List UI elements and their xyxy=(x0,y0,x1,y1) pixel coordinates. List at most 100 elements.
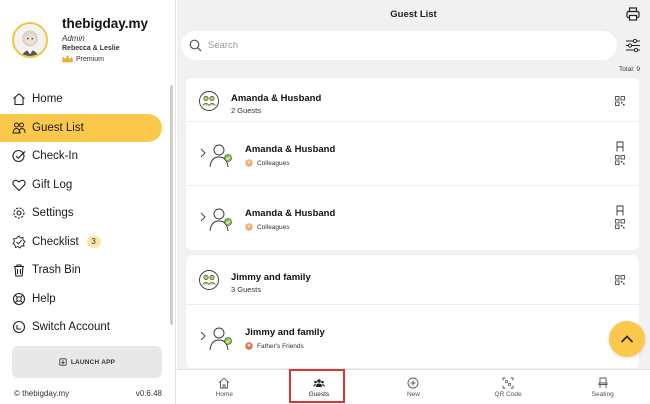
sidebar-item-check-in[interactable]: Check-In xyxy=(0,142,176,171)
sidebar-item-label: Switch Account xyxy=(32,321,110,334)
filter-icon[interactable] xyxy=(625,38,641,53)
qr-code-icon[interactable] xyxy=(615,275,625,285)
sidebar-item-label: Help xyxy=(32,292,56,305)
sidebar-item-checklist[interactable]: Checklist 3 xyxy=(0,228,176,257)
sidebar-item-trash-bin[interactable]: Trash Bin xyxy=(0,256,176,285)
sidebar: thebigday.my Admin Rebecca & Leslie Prem… xyxy=(0,0,176,404)
print-icon[interactable] xyxy=(626,7,640,21)
guest-group: Jimmy and family 3 Guests Jimmy and fami… xyxy=(186,255,639,368)
tab-seating[interactable]: Seating xyxy=(555,370,650,404)
sidebar-item-switch-account[interactable]: Switch Account xyxy=(0,313,176,342)
qr-code-icon[interactable] xyxy=(615,155,625,165)
sidebar-item-label: Checklist xyxy=(32,235,79,248)
group-icon xyxy=(199,270,219,290)
chair-icon[interactable] xyxy=(615,205,625,216)
sidebar-scrollbar[interactable] xyxy=(170,85,173,325)
tab-label: QR Code xyxy=(494,390,522,398)
launch-icon xyxy=(59,358,67,366)
sidebar-item-label: Gift Log xyxy=(32,178,73,191)
guest-row[interactable]: Amanda & Husband Colleagues xyxy=(186,186,639,250)
qr-code-icon[interactable] xyxy=(615,219,625,229)
sidebar-item-label: Guest List xyxy=(32,121,84,134)
couple-names: Rebecca & Leslie xyxy=(62,45,120,52)
main-panel: Guest List Total: 9 Amanda & Husband 2 G… xyxy=(177,0,650,404)
guests-icon xyxy=(12,122,26,134)
guest-category-tag: Colleagues xyxy=(245,223,290,231)
launch-app-label: LAUNCH APP xyxy=(70,358,116,366)
profile-card: thebigday.my Admin Rebecca & Leslie Prem… xyxy=(12,14,172,70)
total-count: Total: 9 xyxy=(619,66,640,73)
check-in-icon xyxy=(12,150,26,163)
crown-icon xyxy=(62,55,73,63)
avatar-couple-icon xyxy=(21,30,39,56)
guest-list: Amanda & Husband 2 Guests Amanda & Husba… xyxy=(186,78,639,368)
guest-row[interactable]: Jimmy and family Father's Friends xyxy=(186,305,639,368)
checklist-count-badge: 3 xyxy=(86,235,101,248)
chevron-right-icon[interactable] xyxy=(200,148,206,158)
guest-category-tag: Colleagues xyxy=(245,159,290,167)
guest-category-label: Father's Friends xyxy=(257,342,304,350)
sidebar-item-guest-list[interactable]: Guest List xyxy=(0,113,162,142)
guest-person-icon xyxy=(209,144,232,168)
version-text: v0.6.48 xyxy=(135,389,162,398)
guest-name: Amanda & Husband xyxy=(245,208,336,219)
search-input[interactable] xyxy=(208,40,588,51)
guest-group: Amanda & Husband 2 Guests Amanda & Husba… xyxy=(186,78,639,250)
group-name: Amanda & Husband xyxy=(231,93,322,104)
chair-icon xyxy=(598,377,608,388)
home-icon xyxy=(13,93,25,106)
copyright-text: © thebigday.my xyxy=(14,389,70,398)
chevron-right-icon[interactable] xyxy=(200,212,206,222)
checklist-icon xyxy=(12,235,26,249)
search-icon xyxy=(189,39,202,52)
guest-person-icon xyxy=(209,327,232,351)
search-bar[interactable] xyxy=(181,31,617,60)
premium-label: Premium xyxy=(76,55,105,63)
chair-icon[interactable] xyxy=(615,141,625,152)
switch-icon xyxy=(12,321,26,334)
guests-icon xyxy=(313,378,325,387)
sidebar-footer: © thebigday.my v0.6.48 xyxy=(14,389,162,398)
category-avatar-icon xyxy=(245,342,253,350)
chevron-right-icon[interactable] xyxy=(200,331,206,341)
guest-category-label: Colleagues xyxy=(257,159,290,167)
tab-label: New xyxy=(406,390,420,398)
sidebar-item-home[interactable]: Home xyxy=(0,85,176,114)
category-avatar-icon xyxy=(245,223,253,231)
help-icon xyxy=(12,292,26,305)
page-title: Guest List xyxy=(390,9,437,20)
group-guest-count: 2 Guests xyxy=(231,106,262,115)
sidebar-item-settings[interactable]: Settings xyxy=(0,199,176,228)
sidebar-item-label: Home xyxy=(32,93,63,106)
bottom-nav: Home Guests New QR Code Seating xyxy=(177,369,650,404)
tab-label: Seating xyxy=(591,390,614,398)
sidebar-item-gift-log[interactable]: Gift Log xyxy=(0,171,176,200)
qr-code-icon[interactable] xyxy=(615,96,625,106)
launch-app-button[interactable]: LAUNCH APP xyxy=(12,346,162,378)
tab-guests[interactable]: Guests xyxy=(272,370,367,404)
sidebar-nav: Home Guest List Check-In Gift Log Settin… xyxy=(0,85,176,342)
tab-qr-code[interactable]: QR Code xyxy=(461,370,556,404)
tab-label: Guests xyxy=(308,390,330,398)
qr-scan-icon xyxy=(502,377,514,388)
guest-name: Jimmy and family xyxy=(245,327,325,338)
avatar[interactable] xyxy=(12,22,48,58)
gear-icon xyxy=(13,207,25,219)
trash-icon xyxy=(14,264,24,277)
sidebar-item-help[interactable]: Help xyxy=(0,285,176,314)
group-header-row[interactable]: Jimmy and family 3 Guests xyxy=(186,255,639,305)
tab-home[interactable]: Home xyxy=(177,370,272,404)
guest-name: Amanda & Husband xyxy=(245,144,336,155)
group-icon xyxy=(199,91,219,111)
tab-new[interactable]: New xyxy=(366,370,461,404)
plus-circle-icon xyxy=(408,377,419,388)
sidebar-item-label: Settings xyxy=(32,207,74,220)
scroll-top-button[interactable] xyxy=(609,321,645,357)
guest-row[interactable]: Amanda & Husband Colleagues xyxy=(186,122,639,186)
guest-category-tag: Father's Friends xyxy=(245,342,304,350)
home-icon xyxy=(219,377,230,388)
user-role: Admin xyxy=(62,34,85,43)
group-header-row[interactable]: Amanda & Husband 2 Guests xyxy=(186,78,639,122)
sidebar-item-label: Check-In xyxy=(32,150,79,163)
heart-icon xyxy=(12,179,26,192)
